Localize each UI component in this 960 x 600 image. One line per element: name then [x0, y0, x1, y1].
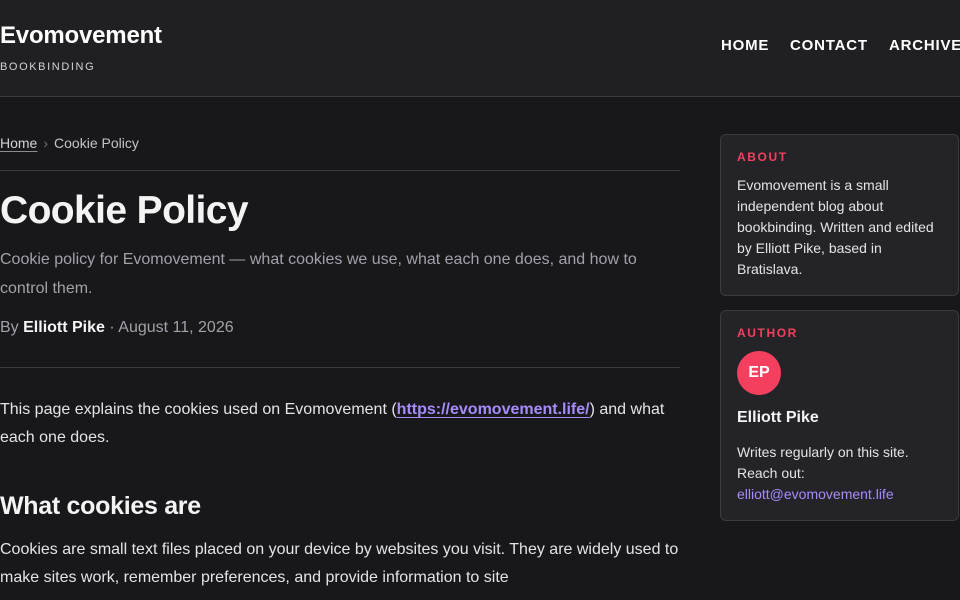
main-nav: HOME CONTACT ARCHIVE: [0, 37, 960, 57]
publish-date: August 11, 2026: [118, 319, 234, 336]
author-email-link[interactable]: elliott@evomovement.life: [737, 486, 894, 502]
nav-contact[interactable]: CONTACT: [790, 37, 868, 54]
author-card: AUTHOR EP Elliott Pike Writes regularly …: [720, 310, 959, 521]
site-url-link[interactable]: https://evomovement.life/: [397, 401, 590, 418]
author-bio: Writes regularly on this site. Reach out…: [737, 442, 947, 505]
about-label: ABOUT: [737, 150, 788, 164]
divider: [0, 367, 680, 368]
breadcrumb-current: Cookie Policy: [54, 135, 139, 151]
section-paragraph: Cookies are small text files placed on y…: [0, 541, 679, 586]
intro-text-before: This page explains the cookies used on E…: [0, 401, 397, 418]
author-name: Elliott Pike: [737, 409, 819, 426]
author-bio-text: Writes regularly on this site. Reach out…: [737, 444, 909, 481]
intro-paragraph: This page explains the cookies used on E…: [0, 396, 680, 452]
site-header: Evomovement BOOKBINDING HOME CONTACT ARC…: [0, 0, 960, 97]
nav-archive[interactable]: ARCHIVE: [889, 37, 960, 54]
byline-prefix: By: [0, 319, 19, 336]
byline: By Elliott Pike · August 11, 2026: [0, 319, 234, 337]
article-lede: Cookie policy for Evomovement — what coo…: [0, 251, 637, 297]
breadcrumb-home[interactable]: Home: [0, 135, 37, 151]
section-heading: What cookies are: [0, 492, 201, 520]
byline-separator: ·: [109, 319, 115, 336]
avatar: EP: [737, 351, 781, 395]
page-title: Cookie Policy: [0, 189, 249, 232]
divider: [0, 170, 680, 171]
breadcrumb-separator: ›: [43, 135, 49, 151]
about-text: Evomovement is a small independent blog …: [737, 177, 934, 277]
site-subtitle: BOOKBINDING: [0, 61, 96, 73]
author-label: AUTHOR: [737, 326, 798, 340]
byline-author: Elliott Pike: [23, 319, 105, 336]
about-card: ABOUT Evomovement is a small independent…: [720, 134, 959, 296]
breadcrumb: Home › Cookie Policy: [0, 135, 139, 151]
nav-home[interactable]: HOME: [721, 37, 769, 54]
